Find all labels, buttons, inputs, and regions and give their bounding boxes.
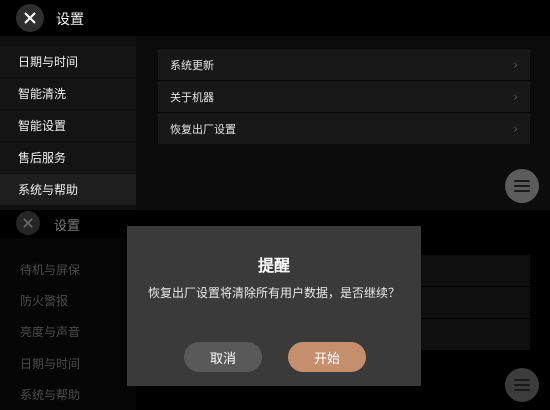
dimmed-item-date-time: 日期与时间 (20, 357, 81, 371)
sidebar-item-smart-settings[interactable]: 智能设置 (0, 110, 136, 141)
cancel-button[interactable]: 取消 (184, 342, 262, 372)
row-label: 系统更新 (170, 58, 214, 72)
sidebar-item-after-sales[interactable]: 售后服务 (0, 142, 136, 173)
menu-icon (514, 379, 530, 381)
dimmed-item-brightness-sound: 亮度与声音 (20, 325, 81, 339)
dimmed-item-system-help: 系统与帮助 (20, 388, 81, 402)
dimmed-menu-button (505, 368, 539, 402)
row-label: 恢复出厂设置 (170, 122, 236, 136)
start-button[interactable]: 开始 (288, 342, 366, 372)
row-system-update[interactable]: 系统更新 › (158, 49, 530, 80)
sidebar-item-date-time[interactable]: 日期与时间 (0, 46, 136, 77)
sidebar-item-smart-clean[interactable]: 智能清洗 (0, 78, 136, 109)
close-button[interactable] (16, 4, 44, 32)
chevron-right-icon: › (513, 89, 518, 104)
close-icon (24, 12, 36, 24)
row-factory-reset[interactable]: 恢复出厂设置 › (158, 113, 530, 144)
menu-icon (514, 180, 530, 182)
page-title: 设置 (56, 12, 84, 28)
row-about-device[interactable]: 关于机器 › (158, 81, 530, 112)
sidebar-item-system-help[interactable]: 系统与帮助 (0, 174, 136, 205)
dimmed-page-title: 设置 (54, 219, 81, 234)
row-label: 关于机器 (170, 90, 214, 104)
close-icon (23, 218, 33, 228)
chevron-right-icon: › (513, 57, 518, 72)
dimmed-item-standby: 待机与屏保 (20, 263, 81, 277)
dimmed-close-button (16, 211, 40, 235)
dimmed-item-fire-alarm: 防火警报 (20, 294, 69, 308)
chevron-right-icon: › (513, 121, 518, 136)
dialog-title: 提醒 (257, 256, 290, 275)
menu-button[interactable] (505, 169, 539, 203)
dialog-message: 恢复出厂设置将清除所有用户数据，是否继续？ (147, 286, 400, 300)
confirm-dialog: 提醒 恢复出厂设置将清除所有用户数据，是否继续？ 取消 开始 (127, 226, 421, 386)
